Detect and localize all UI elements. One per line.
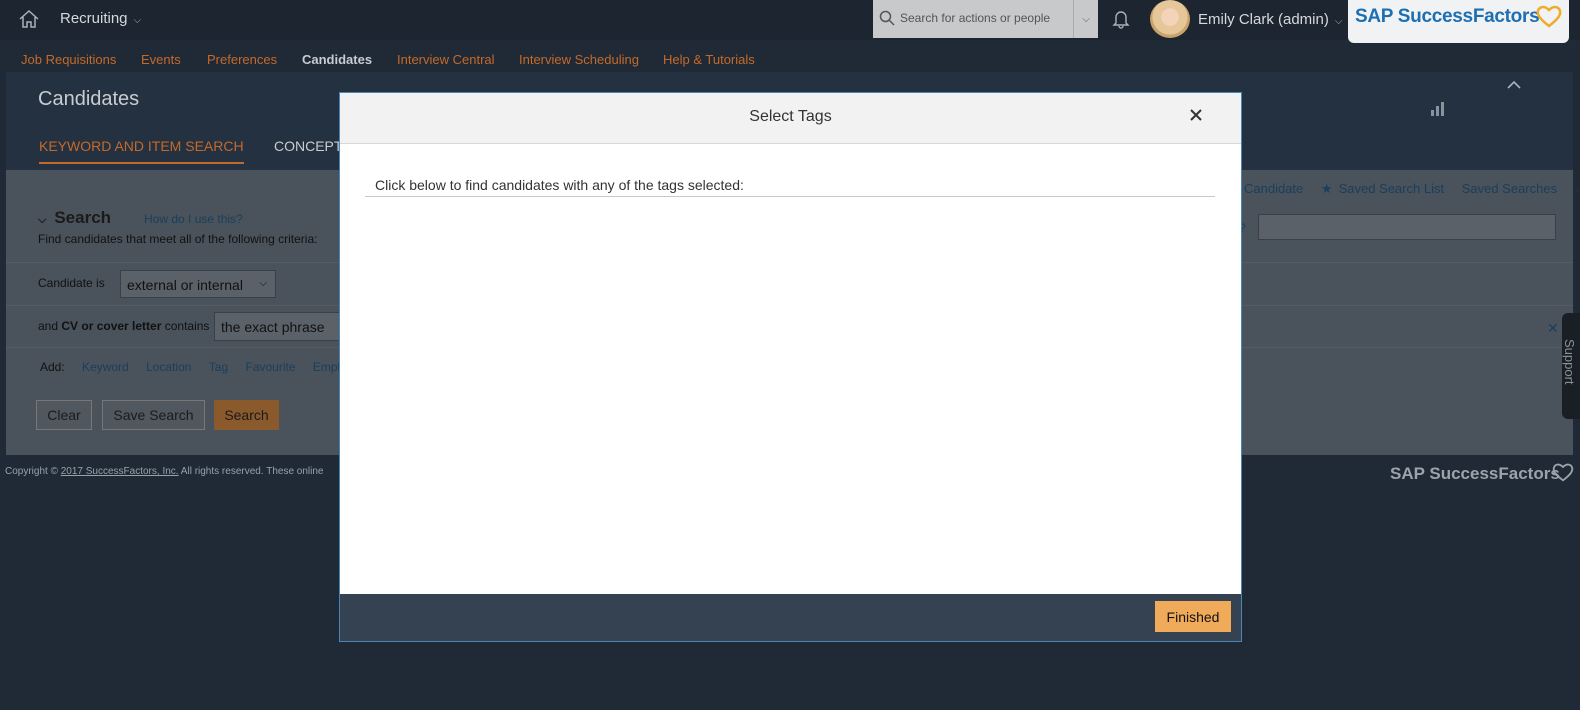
candidate-type-value: external or internal — [127, 277, 243, 293]
select-tags-dialog: Select Tags Click below to find candidat… — [339, 92, 1242, 642]
heart-logo-icon — [1536, 5, 1562, 28]
nav-preferences[interactable]: Preferences — [207, 52, 277, 67]
tab-concept[interactable]: CONCEPT — [274, 138, 342, 154]
search-icon — [879, 10, 895, 26]
candidate-link[interactable]: Candidate — [1244, 181, 1303, 196]
dialog-instruction: Click below to find candidates with any … — [375, 177, 744, 193]
tab-keyword-search[interactable]: KEYWORD AND ITEM SEARCH — [39, 138, 244, 164]
search-heading: Search — [54, 208, 112, 227]
add-favourite-link[interactable]: Favourite — [245, 360, 295, 374]
saved-search-list-link[interactable]: Saved Search List — [1339, 181, 1445, 196]
shell-bar: Recruiting ⌵ Search for actions or people… — [0, 0, 1580, 43]
add-label: Add: — [40, 360, 65, 374]
nav-candidates[interactable]: Candidates — [302, 52, 372, 67]
add-employer-link[interactable]: Empl — [313, 360, 340, 374]
user-menu[interactable]: Emily Clark (admin) ⌵ — [1198, 11, 1342, 28]
search-button[interactable]: Search — [214, 400, 279, 430]
add-location-link[interactable]: Location — [146, 360, 191, 374]
nav-interview-central[interactable]: Interview Central — [397, 52, 495, 67]
module-switcher[interactable]: Recruiting ⌵ — [60, 10, 141, 27]
cv-match-value: the exact phrase — [221, 319, 325, 335]
divider — [365, 196, 1215, 197]
user-name: Emily Clark (admin) — [1198, 11, 1329, 28]
nav-help-tutorials[interactable]: Help & Tutorials — [663, 52, 755, 67]
candidate-is-label: Candidate is — [38, 276, 105, 290]
cv-label-prefix: and — [38, 319, 62, 333]
dialog-header: Select Tags — [340, 93, 1241, 144]
search-section-toggle[interactable]: ⌵ Search — [38, 208, 111, 228]
copyright: Copyright © 2017 SuccessFactors, Inc. Al… — [5, 466, 323, 477]
page-title: Candidates — [38, 88, 140, 110]
chevron-down-icon: ⌵ — [259, 278, 267, 289]
home-icon[interactable] — [18, 9, 40, 29]
add-keyword-link[interactable]: Keyword — [82, 360, 129, 374]
add-criteria-row: Add: Keyword Location Tag Favourite Empl — [40, 360, 340, 374]
dialog-footer: Finished — [340, 594, 1241, 641]
cv-label-suffix: contains — [161, 319, 210, 333]
copyright-prefix: Copyright © — [5, 466, 61, 477]
finished-button[interactable]: Finished — [1155, 601, 1231, 632]
cv-criteria-label: and CV or cover letter contains — [38, 319, 209, 333]
saved-search-links: Candidate ★ Saved Search List Saved Searc… — [1244, 181, 1580, 197]
clear-button[interactable]: Clear — [36, 400, 92, 430]
add-tag-link[interactable]: Tag — [209, 360, 228, 374]
global-search[interactable]: Search for actions or people ⌵ — [873, 0, 1098, 38]
chevron-down-icon: ⌵ — [1574, 185, 1580, 196]
notifications-bell-icon[interactable] — [1112, 9, 1130, 29]
main-nav: Job Requisitions Events Preferences Cand… — [0, 46, 1580, 72]
copyright-link[interactable]: 2017 SuccessFactors, Inc. — [61, 466, 179, 477]
chevron-down-icon: ⌵ — [38, 214, 47, 226]
remove-criteria-icon[interactable]: ✕ — [1547, 320, 1559, 337]
cv-match-select[interactable]: the exact phrase — [214, 312, 346, 341]
dialog-title: Select Tags — [749, 108, 832, 125]
footer-brand: SAP SuccessFactors — [1390, 464, 1560, 483]
search-dropdown-icon[interactable]: ⌵ — [1073, 0, 1098, 38]
brand-text: SAP SuccessFactors — [1355, 6, 1540, 27]
criteria-text: Find candidates that meet all of the fol… — [38, 232, 318, 246]
star-icon: ★ — [1320, 181, 1333, 196]
saved-searches-dropdown[interactable]: Saved Searches ⌵ — [1462, 181, 1580, 196]
heart-logo-icon — [1552, 463, 1574, 482]
nav-interview-scheduling[interactable]: Interview Scheduling — [519, 52, 639, 67]
search-input[interactable]: Search for actions or people — [900, 11, 1050, 25]
chevron-up-icon[interactable] — [1507, 80, 1521, 90]
quick-search-input[interactable] — [1258, 214, 1556, 240]
candidate-type-select[interactable]: external or internal ⌵ — [120, 270, 276, 298]
avatar[interactable] — [1150, 0, 1190, 38]
cv-label-bold: CV or cover letter — [61, 319, 162, 333]
support-label: Support — [1562, 339, 1577, 385]
help-link[interactable]: How do I use this? — [144, 212, 243, 226]
module-label: Recruiting — [60, 10, 128, 27]
save-search-button[interactable]: Save Search — [102, 400, 205, 430]
chevron-down-icon: ⌵ — [1334, 16, 1343, 27]
bar-chart-icon[interactable] — [1430, 100, 1448, 116]
copyright-suffix: All rights reserved. These online — [178, 466, 324, 477]
close-icon[interactable] — [1189, 108, 1203, 122]
brand-logo: SAP SuccessFactors — [1348, 0, 1569, 43]
chevron-down-icon: ⌵ — [133, 15, 142, 26]
nav-events[interactable]: Events — [141, 52, 181, 67]
saved-searches-label: Saved Searches — [1461, 181, 1558, 196]
support-tab[interactable]: Support — [1562, 313, 1580, 419]
nav-job-requisitions[interactable]: Job Requisitions — [21, 52, 116, 67]
